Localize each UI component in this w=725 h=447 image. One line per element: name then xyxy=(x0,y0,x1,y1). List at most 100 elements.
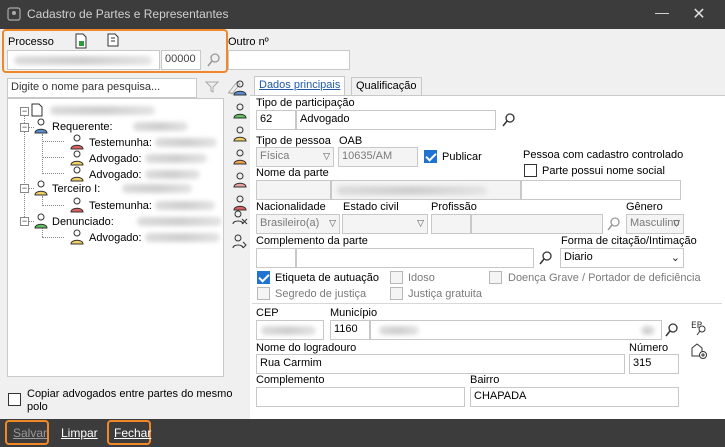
search-icon[interactable] xyxy=(206,52,222,68)
person-red-icon xyxy=(70,134,84,150)
copy-lawyers-label: Copiar advogados entre partes do mesmo p… xyxy=(27,388,233,413)
cep-search-icon[interactable]: EP xyxy=(690,318,708,336)
swap-person-icon[interactable] xyxy=(232,234,248,250)
save-button[interactable]: Salvar xyxy=(13,426,47,440)
tree-collapse-toggle[interactable]: − xyxy=(20,123,29,132)
doenca-checkbox[interactable] xyxy=(489,271,502,284)
filter-icon[interactable] xyxy=(205,80,219,94)
person-green-icon xyxy=(34,213,48,229)
document-icon[interactable] xyxy=(107,33,119,47)
tree-node-testemunha[interactable]: Testemunha: xyxy=(89,200,152,212)
profissao-label: Profissão xyxy=(431,201,477,213)
nome-social-checkbox[interactable] xyxy=(524,164,537,177)
nome-parte-input[interactable] xyxy=(331,180,521,200)
processo-label: Processo xyxy=(8,36,54,48)
justica-gratuita-label: Justiça gratuita xyxy=(408,288,482,300)
bairro-input[interactable]: CHAPADA xyxy=(470,387,679,407)
add-person-yellow-icon[interactable] xyxy=(233,126,247,142)
tab-qualificacao[interactable]: Qualificação xyxy=(351,77,422,96)
tree-node-requerente[interactable]: Requerente: xyxy=(52,121,113,133)
close-button[interactable]: ✕ xyxy=(688,4,710,24)
tree-collapse-toggle[interactable]: − xyxy=(20,107,29,116)
tree-node-denunciado[interactable]: Denunciado: xyxy=(52,216,114,228)
tree-node-terceiro[interactable]: Terceiro I: xyxy=(52,183,100,195)
title-bar: Cadastro de Partes e Representantes — ✕ xyxy=(0,0,725,29)
publicar-checkbox[interactable] xyxy=(424,150,437,163)
estado-civil-select[interactable]: ▽ xyxy=(342,214,428,234)
processo-suffix-input[interactable]: 00000 xyxy=(161,50,201,70)
copy-lawyers-checkbox[interactable] xyxy=(8,393,21,406)
app-icon xyxy=(7,7,21,21)
bairro-label: Bairro xyxy=(470,374,500,386)
chevron-down-icon: ▽ xyxy=(329,218,336,228)
close-window-button[interactable]: Fechar xyxy=(114,426,151,440)
publicar-label: Publicar xyxy=(442,151,482,163)
estado-civil-label: Estado civil xyxy=(343,201,399,213)
person-yellow-icon xyxy=(34,180,48,196)
tipo-participacao-code-input[interactable]: 62 xyxy=(256,110,296,130)
clear-button[interactable]: Limpar xyxy=(61,426,98,440)
tree-collapse-toggle[interactable]: − xyxy=(20,217,29,226)
person-red-icon xyxy=(70,197,84,213)
oab-input[interactable]: 10635/AM xyxy=(338,147,418,167)
cep-label: CEP xyxy=(256,307,279,319)
processo-number-input[interactable] xyxy=(7,50,160,70)
cep-input[interactable] xyxy=(256,320,324,340)
process-document-icon xyxy=(31,103,43,117)
chevron-down-icon: ▽ xyxy=(417,218,424,228)
divider xyxy=(252,303,722,304)
complemento-input[interactable] xyxy=(256,387,465,407)
etiqueta-label: Etiqueta de autuação xyxy=(275,272,379,284)
nome-social-input[interactable] xyxy=(521,180,681,200)
tab-dados-principais[interactable]: Dados principais xyxy=(254,76,346,95)
search-icon[interactable] xyxy=(606,216,622,232)
add-person-green-icon[interactable] xyxy=(233,103,247,119)
search-icon[interactable] xyxy=(538,250,554,266)
add-person-blue-icon[interactable] xyxy=(233,80,247,96)
genero-select[interactable]: Masculino ▽ xyxy=(626,214,684,234)
window-title: Cadastro de Partes e Representantes xyxy=(27,7,229,21)
nome-parte-label: Nome da parte xyxy=(256,167,329,179)
profissao-code-input[interactable] xyxy=(431,214,471,234)
add-person-pink-icon[interactable] xyxy=(233,172,247,188)
municipio-input[interactable] xyxy=(370,320,662,340)
tree-node-advogado[interactable]: Advogado: xyxy=(89,153,142,165)
tree-collapse-toggle[interactable]: − xyxy=(20,184,29,193)
person-blue-icon xyxy=(34,118,48,134)
add-person-red-icon[interactable] xyxy=(233,195,247,211)
justica-gratuita-checkbox[interactable] xyxy=(390,287,403,300)
oab-label: OAB xyxy=(339,135,363,147)
tipo-pessoa-select[interactable]: Física ▽ xyxy=(256,147,334,167)
nome-social-label: Parte possui nome social xyxy=(542,165,665,177)
complemento-parte-label: Complemento da parte xyxy=(256,235,368,247)
nome-parte-prefix-input[interactable] xyxy=(256,180,331,200)
municipio-code-input[interactable]: 1160 xyxy=(330,320,370,340)
segredo-checkbox[interactable] xyxy=(257,287,270,300)
add-person-orange-icon[interactable] xyxy=(233,149,247,165)
forma-citacao-select[interactable]: Diario ⌄ xyxy=(560,248,684,268)
tree-node-advogado[interactable]: Advogado: xyxy=(89,169,142,181)
nacionalidade-select[interactable]: Brasileiro(a) ▽ xyxy=(256,214,340,234)
etiqueta-checkbox[interactable] xyxy=(257,271,270,284)
genero-label: Gênero xyxy=(626,201,663,213)
nacionalidade-label: Nacionalidade xyxy=(256,201,326,213)
numero-label: Número xyxy=(629,342,669,354)
party-search-input[interactable]: Digite o nome para pesquisa... xyxy=(7,78,197,98)
tree-node-advogado[interactable]: Advogado: xyxy=(89,232,142,244)
search-icon[interactable] xyxy=(501,112,517,128)
complemento-parte-code-input[interactable] xyxy=(256,248,296,268)
minimize-button[interactable]: — xyxy=(651,4,673,24)
numero-input[interactable]: 315 xyxy=(629,354,679,374)
profissao-input[interactable] xyxy=(471,214,603,234)
tipo-participacao-value-input[interactable]: Advogado xyxy=(296,110,496,130)
document-check-icon[interactable] xyxy=(74,33,88,49)
idoso-checkbox[interactable] xyxy=(390,271,403,284)
remove-person-icon[interactable] xyxy=(232,210,248,226)
logradouro-input[interactable]: Rua Carmim xyxy=(256,354,625,374)
outro-numero-input[interactable] xyxy=(228,50,350,70)
idoso-label: Idoso xyxy=(408,272,435,284)
complemento-parte-input[interactable] xyxy=(296,248,534,268)
search-icon[interactable] xyxy=(664,322,680,338)
add-address-icon[interactable] xyxy=(690,342,708,360)
tree-node-testemunha[interactable]: Testemunha: xyxy=(89,137,152,149)
